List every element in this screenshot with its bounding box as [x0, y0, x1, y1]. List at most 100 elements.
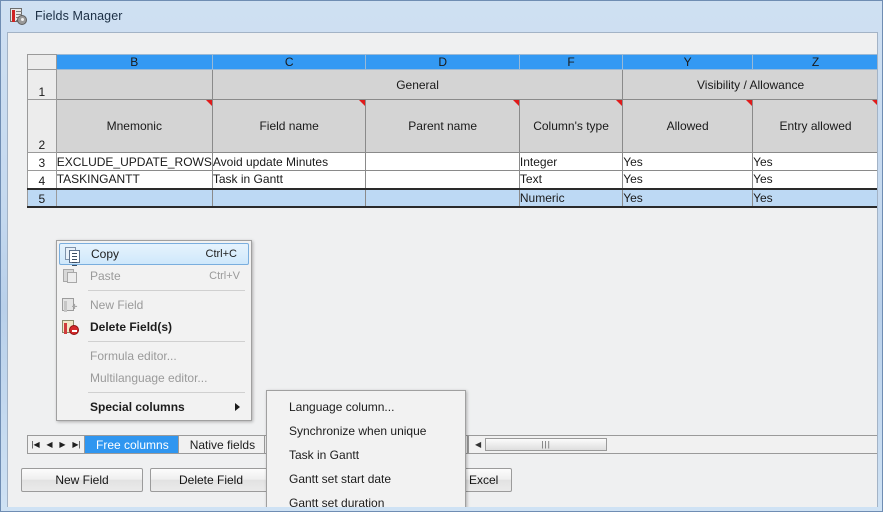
- submenu-arrow-icon: [235, 403, 240, 411]
- menu-item-label: Paste: [90, 269, 121, 283]
- cell-r4c0[interactable]: TASKINGANTT: [55, 170, 213, 189]
- prev-sheet-icon[interactable]: ◀: [46, 440, 52, 449]
- column-header-B[interactable]: B: [55, 54, 213, 70]
- band-group-2: Visibility / Allowance: [622, 69, 877, 100]
- fields-manager-window: Fields Manager B C D F Y Z 1 General Visibility …: [0, 0, 883, 512]
- cell-r4c3[interactable]: Text: [518, 170, 624, 189]
- cell-r4c4[interactable]: Yes: [622, 170, 754, 189]
- submenu-item-task-in-gantt[interactable]: Task in Gantt: [267, 443, 465, 467]
- cell-r3c1[interactable]: Avoid update Minutes: [211, 152, 367, 171]
- window-title: Fields Manager: [35, 9, 123, 23]
- row-header-5[interactable]: 5: [27, 187, 57, 208]
- submenu-item-gantt-set-duration[interactable]: Gantt set duration: [267, 491, 465, 507]
- cell-r5c2[interactable]: [365, 187, 520, 208]
- cell-r5c1[interactable]: [211, 187, 367, 208]
- menu-item-label: New Field: [90, 298, 144, 312]
- delete-field-button[interactable]: Delete Field: [150, 468, 272, 492]
- cell-r5c0[interactable]: [55, 187, 213, 208]
- column-title-5[interactable]: Entry allowed: [752, 99, 877, 153]
- menu-item-paste[interactable]: Paste Ctrl+V: [57, 265, 251, 287]
- cell-r3c4[interactable]: Yes: [622, 152, 754, 171]
- client-area: B C D F Y Z 1 General Visibility / Allowance 2 Mne…: [7, 32, 878, 507]
- fields-grid[interactable]: B C D F Y Z 1 General Visibility / Allowance 2 Mne…: [27, 54, 877, 208]
- comment-marker-icon: [746, 100, 753, 106]
- comment-marker-icon: [205, 100, 212, 106]
- first-sheet-icon[interactable]: |◀: [31, 440, 39, 449]
- scrollbar-thumb[interactable]: |||: [485, 438, 608, 451]
- context-menu[interactable]: Copy Ctrl+C Paste Ctrl+V + New Field Delete Fi…: [56, 240, 252, 421]
- submenu-item-label: Gantt set duration: [289, 496, 385, 507]
- column-header-Z[interactable]: Z: [752, 54, 877, 70]
- special-columns-submenu[interactable]: Language column... Synchronize when uniqu…: [266, 390, 466, 507]
- horizontal-scrollbar[interactable]: ◀ |||: [469, 435, 877, 454]
- grid-header-row: 2 Mnemonic Field name Parent name Column's t…: [27, 99, 877, 153]
- delete-field-icon: [62, 319, 79, 335]
- cell-r4c1[interactable]: Task in Gantt: [211, 170, 367, 189]
- menu-item-copy[interactable]: Copy Ctrl+C: [59, 243, 249, 266]
- cell-r5c4[interactable]: Yes: [622, 187, 754, 208]
- menu-item-label: Formula editor...: [90, 349, 177, 363]
- submenu-item-language-column[interactable]: Language column...: [267, 395, 465, 419]
- menu-item-multilanguage-editor[interactable]: Multilanguage editor...: [57, 367, 251, 389]
- last-sheet-icon[interactable]: ▶|: [72, 440, 80, 449]
- menu-item-label: Special columns: [90, 400, 185, 414]
- menu-separator: [88, 290, 245, 291]
- column-title-1[interactable]: Field name: [211, 99, 367, 153]
- cell-r3c2[interactable]: [365, 152, 520, 171]
- cell-r3c3[interactable]: Integer: [518, 152, 624, 171]
- menu-item-formula-editor[interactable]: Formula editor...: [57, 345, 251, 367]
- comment-marker-icon: [872, 100, 877, 106]
- comment-marker-icon: [616, 100, 623, 106]
- column-title-4[interactable]: Allowed: [622, 99, 754, 153]
- column-header-Y[interactable]: Y: [622, 54, 754, 70]
- sheet-tab-free-columns[interactable]: Free columns: [85, 435, 179, 454]
- table-row[interactable]: 3 EXCLUDE_UPDATE_ROWS Avoid update Minutes…: [27, 152, 877, 171]
- menu-item-new-field[interactable]: + New Field: [57, 294, 251, 316]
- row-header-3[interactable]: 3: [27, 152, 57, 171]
- menu-item-label: Copy: [91, 247, 120, 261]
- submenu-item-synchronize-when-unique[interactable]: Synchronize when unique: [267, 419, 465, 443]
- menu-item-accelerator: Ctrl+V: [209, 270, 240, 282]
- new-field-icon: +: [62, 297, 79, 313]
- submenu-item-label: Synchronize when unique: [289, 424, 427, 438]
- menu-separator: [88, 392, 245, 393]
- fields-manager-icon: [10, 7, 27, 25]
- column-header-C[interactable]: C: [211, 54, 367, 70]
- table-row[interactable]: 4 TASKINGANTT Task in Gantt Text Yes Yes: [27, 170, 877, 189]
- table-row[interactable]: 5 Numeric Yes Yes: [27, 187, 877, 208]
- menu-item-label: Delete Field(s): [90, 320, 173, 334]
- scroll-left-icon[interactable]: ◀: [471, 440, 485, 449]
- band-group-1: General: [211, 69, 624, 100]
- row-header-2[interactable]: 2: [27, 99, 57, 153]
- cell-r5c3[interactable]: Numeric: [518, 187, 624, 208]
- cell-r4c2[interactable]: [365, 170, 520, 189]
- column-letter-row: BCDFYZ: [27, 54, 877, 70]
- submenu-item-label: Gantt set start date: [289, 472, 392, 486]
- column-header-F[interactable]: F: [518, 54, 624, 70]
- grid-band-row: 1 General Visibility / Allowance: [27, 69, 877, 100]
- menu-item-special-columns[interactable]: Special columns: [57, 396, 251, 418]
- cell-r4c5[interactable]: Yes: [752, 170, 877, 189]
- column-title-3[interactable]: Column's type: [518, 99, 624, 153]
- column-title-2[interactable]: Parent name: [365, 99, 520, 153]
- grid-corner[interactable]: [27, 54, 57, 70]
- submenu-item-gantt-set-start-date[interactable]: Gantt set start date: [267, 467, 465, 491]
- row-header-4[interactable]: 4: [27, 170, 57, 189]
- comment-marker-icon: [359, 100, 366, 106]
- menu-item-delete-field-s[interactable]: Delete Field(s): [57, 316, 251, 338]
- cell-r3c0[interactable]: EXCLUDE_UPDATE_ROWS: [55, 152, 213, 171]
- next-sheet-icon[interactable]: ▶: [59, 440, 65, 449]
- paste-icon: [62, 268, 79, 284]
- sheet-nav-buttons[interactable]: |◀ ◀ ▶ ▶|: [27, 435, 85, 454]
- comment-marker-icon: [512, 100, 519, 106]
- menu-item-label: Multilanguage editor...: [90, 371, 208, 385]
- title-bar: Fields Manager: [1, 1, 883, 31]
- row-header-1[interactable]: 1: [27, 69, 57, 100]
- column-title-0[interactable]: Mnemonic: [55, 99, 213, 153]
- submenu-item-label: Task in Gantt: [289, 448, 360, 462]
- column-header-D[interactable]: D: [365, 54, 520, 70]
- new-field-button[interactable]: New Field: [21, 468, 143, 492]
- cell-r3c5[interactable]: Yes: [752, 152, 877, 171]
- cell-r5c5[interactable]: Yes: [752, 187, 877, 208]
- sheet-tab-native-fields[interactable]: Native fields: [178, 435, 266, 454]
